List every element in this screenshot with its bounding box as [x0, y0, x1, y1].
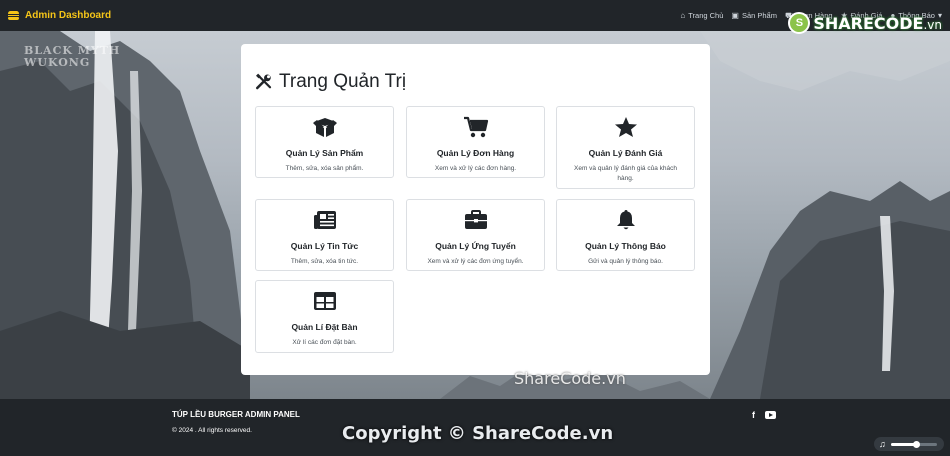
- sharecode-logo-text: SHARECODE.vn: [813, 13, 942, 33]
- card-order-management[interactable]: Quản Lý Đơn Hàng Xem và xử lý các đơn hà…: [406, 106, 545, 178]
- sharecode-copyright-watermark: Copyright © ShareCode.vn: [342, 423, 614, 444]
- box-open-icon: [312, 115, 338, 139]
- star-icon: [613, 115, 639, 139]
- footer-copyright: © 2024 . All rights reserved.: [172, 427, 252, 434]
- card-application-management[interactable]: Quản Lý Ứng Tuyển Xem và xử lý các đơn ứ…: [406, 199, 545, 271]
- card-reservation-management[interactable]: Quản Lí Đặt Bàn Xử lí các đơn đặt bàn.: [255, 280, 394, 353]
- burger-icon: [8, 11, 19, 20]
- music-player: ♫: [874, 437, 944, 451]
- panel-heading: Trang Quản Trị: [255, 71, 696, 93]
- brand-link[interactable]: Admin Dashboard: [8, 10, 111, 21]
- nav-link-home[interactable]: ⌂ Trang Chủ: [680, 11, 723, 20]
- sharecode-watermark-middle: ShareCode.vn: [514, 369, 626, 388]
- volume-knob[interactable]: [912, 440, 920, 448]
- panel-title: Trang Quản Trị: [279, 71, 407, 92]
- bell-icon: [613, 208, 639, 232]
- footer-title: TÚP LỀU BURGER ADMIN PANEL: [172, 410, 300, 419]
- background-caption: BLACK MYTH WUKONG: [24, 44, 121, 69]
- briefcase-icon: [463, 208, 489, 232]
- card-title: Quản Lý Sản Phẩm: [285, 148, 364, 158]
- card-title: Quản Lý Tin Tức: [290, 241, 359, 251]
- admin-panel: Trang Quản Trị Quản Lý Sản Phẩm Thêm, sử…: [241, 44, 710, 375]
- brand-title: Admin Dashboard: [25, 10, 112, 21]
- nav-link-label: Sản Phẩm: [741, 11, 777, 20]
- sharecode-logo: S SHARECODE.vn: [788, 12, 942, 34]
- sharecode-logo-mark: S: [788, 12, 811, 34]
- card-description: Xem và xử lý các đơn ứng tuyển.: [427, 258, 524, 265]
- music-note-icon[interactable]: ♫: [879, 439, 886, 449]
- card-notification-management[interactable]: Quản Lý Thông Báo Gửi và quản lý thông b…: [556, 199, 695, 271]
- card-title: Quản Lý Đơn Hàng: [436, 148, 515, 158]
- card-description: Gửi và quản lý thông báo.: [588, 258, 663, 265]
- shopping-cart-icon: [463, 115, 489, 139]
- social-links: f: [752, 410, 776, 420]
- card-description: Xem và quản lý đánh giá của khách hàng.: [574, 165, 677, 182]
- card-description: Thêm, sửa, xóa sản phẩm.: [285, 165, 364, 172]
- card-title: Quản Lý Ứng Tuyển: [435, 241, 516, 251]
- youtube-icon[interactable]: [765, 411, 776, 419]
- tools-icon: [255, 73, 272, 90]
- card-title: Quản Lý Đánh Giá: [588, 148, 663, 158]
- nav-link-label: Trang Chủ: [688, 11, 724, 20]
- box-icon: ▣: [731, 11, 739, 20]
- card-product-management[interactable]: Quản Lý Sản Phẩm Thêm, sửa, xóa sản phẩm…: [255, 106, 394, 178]
- volume-slider[interactable]: [890, 440, 937, 448]
- card-title: Quản Lí Đặt Bàn: [291, 322, 358, 332]
- card-news-management[interactable]: Quản Lý Tin Tức Thêm, sửa, xóa tin tức.: [255, 199, 394, 271]
- home-icon: ⌂: [680, 11, 686, 20]
- card-description: Xử lí các đơn đặt bàn.: [292, 339, 357, 346]
- card-title: Quản Lý Thông Báo: [585, 241, 666, 251]
- card-description: Xem và xử lý các đơn hàng.: [434, 165, 517, 172]
- newspaper-icon: [312, 208, 338, 232]
- table-icon: [312, 289, 338, 313]
- card-description: Thêm, sửa, xóa tin tức.: [290, 258, 359, 265]
- card-review-management[interactable]: Quản Lý Đánh Giá Xem và quản lý đánh giá…: [556, 106, 695, 189]
- nav-link-products[interactable]: ▣ Sản Phẩm: [731, 11, 777, 20]
- facebook-icon[interactable]: f: [752, 410, 755, 420]
